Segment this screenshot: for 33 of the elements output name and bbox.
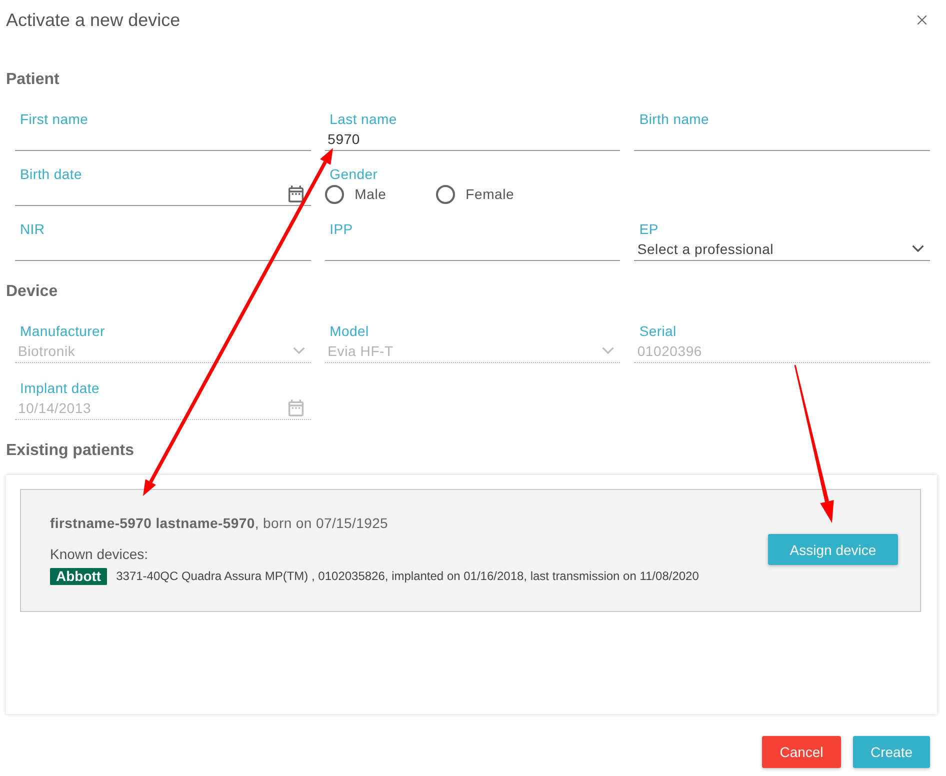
patient-summary: firstname-5970 lastname-5970, born on 07/15/1925 [50, 514, 390, 532]
manufacturer-tag: Abbott [50, 568, 108, 585]
radio-button-icon[interactable] [436, 184, 455, 204]
section-heading: Device [6, 282, 59, 302]
field-label: EP [638, 221, 658, 237]
field-label: IPP [328, 221, 353, 237]
device-details: 3371-40QC Quadra Assura MP(TM) , 0102035826, implanted on 01/16/2018, last transmission on 11/08/2020 [116, 568, 699, 585]
field-label: Last name [328, 111, 397, 127]
field-label: Gender [328, 166, 378, 182]
calendar-icon[interactable] [286, 184, 306, 204]
field-label: Birth name [638, 111, 710, 127]
field-label: Birth date [19, 166, 82, 182]
field-label: NIR [19, 221, 45, 237]
field-label: Model [328, 323, 369, 339]
dialog-title: Activate a new device [6, 9, 180, 32]
chevron-icon [602, 347, 614, 354]
chevron-icon [912, 245, 924, 252]
radio-button-icon[interactable] [324, 184, 344, 204]
field-label: Manufacturer [19, 323, 105, 339]
cancel-button[interactable]: Cancel [762, 736, 841, 768]
section-heading: Patient [6, 70, 60, 90]
field-label: First name [19, 111, 88, 127]
section-heading: Existing patients [6, 441, 136, 461]
select-field[interactable]: Select a professional [634, 237, 930, 261]
create-button[interactable]: Create [853, 736, 930, 768]
radio-option[interactable]: Female [436, 184, 547, 204]
field-label: Implant date [19, 380, 100, 396]
text-field[interactable]: 5970 [324, 127, 620, 151]
field-label: Serial [638, 323, 676, 339]
known-devices-label: Known devices: [50, 545, 150, 563]
chevron-icon [292, 347, 305, 354]
radio-option[interactable]: Male [324, 184, 436, 204]
assign-device-button[interactable]: Assign device [768, 534, 898, 565]
